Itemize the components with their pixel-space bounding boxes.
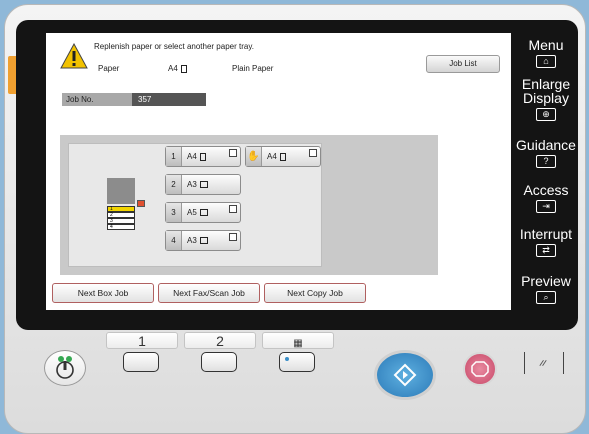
- enlarge-display-button[interactable]: Enlarge Display ⊕: [514, 77, 578, 121]
- tray-4-size: A3: [187, 236, 197, 245]
- guidance-label: Guidance: [516, 137, 576, 153]
- keypad-button[interactable]: [279, 352, 315, 372]
- machine-diagram: 1 2 3 4: [107, 178, 145, 234]
- paper-size: A4: [168, 64, 187, 73]
- keypad-indicator: [285, 357, 289, 361]
- message-text: Replenish paper or select another paper …: [94, 42, 254, 51]
- stop-icon: [471, 361, 489, 377]
- access-icon: ⇥: [536, 200, 556, 213]
- interrupt-button[interactable]: Interrupt ⇄: [514, 227, 578, 257]
- tray-3-button[interactable]: 3 A5: [165, 202, 241, 223]
- stop-button[interactable]: [463, 352, 497, 386]
- power-saver-icon: [56, 356, 74, 379]
- hand-icon: ✋: [246, 147, 262, 166]
- menu-button[interactable]: Menu ⌂: [514, 38, 578, 68]
- tray-3-number: 3: [166, 203, 182, 222]
- tray-2-number: 2: [166, 175, 182, 194]
- keypad-label: ▦: [262, 332, 334, 349]
- machine-tray-4: 4: [107, 224, 135, 230]
- machine-body: [107, 178, 135, 204]
- menu-label: Menu: [528, 37, 564, 53]
- interrupt-label: Interrupt: [519, 226, 573, 242]
- keypad-icon: ▦: [293, 338, 303, 349]
- job-no-value: 357: [132, 93, 206, 106]
- tray-selection-area: 1 2 3 4 1 A4 ✋ A4 2 A3 3 A5 4 A3: [68, 143, 322, 267]
- tray-2-size: A3: [187, 180, 197, 189]
- portrait-icon: [180, 64, 187, 73]
- interrupt-icon: ⇄: [536, 244, 556, 257]
- tray-4-number: 4: [166, 231, 182, 250]
- bypass-tray-button[interactable]: ✋ A4: [245, 146, 321, 167]
- portrait-icon: [279, 152, 286, 161]
- access-label: Access: [523, 182, 569, 198]
- start-icon: [393, 363, 417, 387]
- tray-3-size: A5: [187, 208, 197, 217]
- touch-screen: Replenish paper or select another paper …: [46, 33, 511, 310]
- tray-1-size: A4: [187, 152, 197, 161]
- landscape-icon: [199, 181, 208, 188]
- register-key-2-label: 2: [184, 332, 256, 349]
- bypass-tray-size: A4: [267, 152, 277, 161]
- power-saver-button[interactable]: [44, 350, 86, 386]
- start-button[interactable]: [374, 350, 436, 400]
- paper-level-icon: [229, 233, 237, 241]
- tray-panel: 1 2 3 4 1 A4 ✋ A4 2 A3 3 A5 4 A3: [60, 135, 438, 275]
- display-label: Display: [523, 90, 569, 106]
- paper-size-text: A4: [168, 64, 178, 73]
- next-box-job-tab[interactable]: Next Box Job: [52, 283, 154, 303]
- preview-button[interactable]: Preview ⌕: [514, 274, 578, 304]
- register-key-1-button[interactable]: [123, 352, 159, 372]
- preview-label: Preview: [521, 273, 571, 289]
- paper-label: Paper: [98, 64, 120, 73]
- paper-level-icon: [309, 149, 317, 157]
- preview-icon: ⌕: [536, 291, 556, 304]
- tray-2-button[interactable]: 2 A3: [165, 174, 241, 195]
- home-icon: ⌂: [536, 55, 556, 68]
- portrait-icon: [199, 152, 206, 161]
- tray-1-button[interactable]: 1 A4: [165, 146, 241, 167]
- next-copy-job-tab[interactable]: Next Copy Job: [264, 283, 366, 303]
- paper-type: Plain Paper: [232, 64, 274, 73]
- message-bar: Replenish paper or select another paper …: [46, 33, 511, 83]
- guidance-button[interactable]: Guidance ?: [514, 138, 578, 168]
- reset-button[interactable]: [524, 352, 564, 374]
- zoom-in-icon: ⊕: [536, 108, 556, 121]
- enlarge-label: Enlarge: [521, 76, 571, 92]
- tray-1-number: 1: [166, 147, 182, 166]
- paper-level-icon: [229, 205, 237, 213]
- question-icon: ?: [536, 155, 556, 168]
- tray-4-button[interactable]: 4 A3: [165, 230, 241, 251]
- next-fax-scan-job-tab[interactable]: Next Fax/Scan Job: [158, 283, 260, 303]
- job-list-button[interactable]: Job List: [426, 55, 500, 73]
- paper-level-icon: [229, 149, 237, 157]
- job-no-label: Job No.: [62, 93, 132, 106]
- register-key-1-label: 1: [106, 332, 178, 349]
- landscape-icon: [199, 237, 208, 244]
- access-button[interactable]: Access ⇥: [514, 183, 578, 213]
- warning-icon: [60, 43, 88, 69]
- landscape-icon: [199, 209, 208, 216]
- bypass-tray-icon: [137, 200, 145, 207]
- reset-icon: [539, 359, 547, 367]
- register-key-2-button[interactable]: [201, 352, 237, 372]
